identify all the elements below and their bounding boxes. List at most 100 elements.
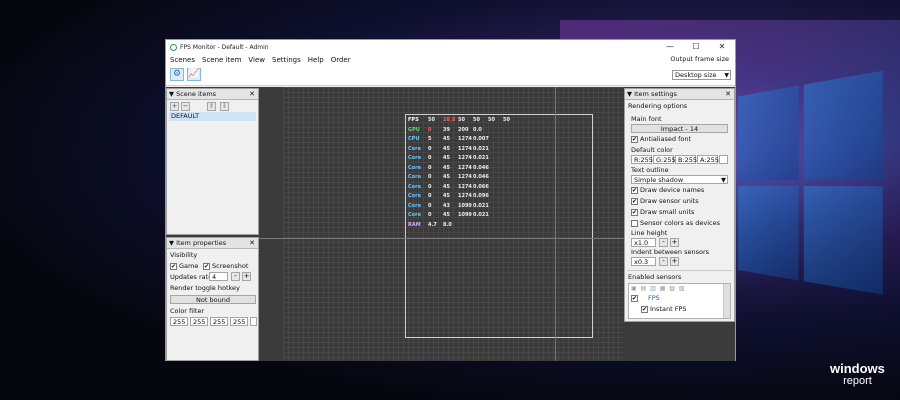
line-height-input[interactable]: x1.0 — [631, 238, 656, 247]
overlay-value: 1274 — [458, 193, 473, 199]
screenshot-checkbox[interactable]: ✔ — [203, 263, 210, 270]
overlay-value: 1274 — [458, 146, 473, 152]
overlay-value: 0 — [428, 212, 443, 218]
draw-device-names-label: Draw device names — [640, 186, 704, 194]
draw-device-names-row[interactable]: ✔ Draw device names — [631, 186, 704, 194]
close-icon[interactable]: ✕ — [249, 238, 255, 248]
color-filter-swatch[interactable] — [250, 317, 257, 326]
chart-icon: 📈 — [188, 69, 199, 79]
draw-sensor-units-row[interactable]: ✔ Draw sensor units — [631, 197, 699, 205]
screenshot-checkbox-row[interactable]: ✔ Screenshot — [203, 262, 248, 270]
overlay-row-label: Core — [408, 203, 428, 209]
sensor-fps-row[interactable]: ✔ FPS — [631, 294, 660, 302]
overlay-row-label: Core — [408, 193, 428, 199]
color-filter-r-input[interactable]: 255 — [170, 317, 188, 326]
overlay-value: 0 — [428, 203, 443, 209]
sensor-colors-checkbox[interactable] — [631, 220, 638, 227]
sensors-scrollbar[interactable] — [723, 284, 730, 318]
sensor-instant-fps-row[interactable]: ✔ Instant FPS — [641, 305, 686, 313]
settings-gear-button[interactable]: ⚙ — [170, 68, 184, 81]
overlay-value: 200 — [458, 127, 473, 133]
move-up-button[interactable]: ⬆ — [207, 102, 216, 111]
sensor-instant-fps-checkbox[interactable]: ✔ — [641, 306, 648, 313]
maximize-button[interactable]: ☐ — [683, 40, 709, 54]
item-settings-header: ▼ Item settings ✕ — [625, 89, 734, 100]
default-color-a[interactable]: A:255 — [697, 155, 718, 164]
overlay-value: 1099 — [458, 212, 473, 218]
overlay-value: 0 — [428, 146, 443, 152]
line-height-increment[interactable]: + — [670, 238, 679, 247]
output-frame-size-select[interactable]: Desktop size ▼ — [672, 70, 731, 80]
text-outline-label: Text outline — [631, 166, 669, 174]
overlay-row: RAM 4.7 8.0 — [408, 222, 458, 229]
line-height-decrement[interactable]: - — [659, 238, 668, 247]
default-color-swatch[interactable] — [719, 155, 728, 164]
text-outline-select[interactable]: Simple shadow ▼ — [631, 175, 728, 184]
overlay-value: 45 — [443, 146, 458, 152]
indent-increment[interactable]: + — [670, 257, 679, 266]
preview-canvas[interactable]: FPS 50 28.8 50 50 50 50 GPU 0 39 200 0.0 CPU 5 45 12740… — [283, 87, 623, 361]
indent-input[interactable]: x0.3 — [631, 257, 656, 266]
default-color-b[interactable]: B:255 — [675, 155, 696, 164]
antialiased-row[interactable]: ✔ Antialiased font — [631, 135, 691, 143]
color-filter-g-input[interactable]: 255 — [190, 317, 208, 326]
updates-rate-decrement-button[interactable]: - — [231, 272, 240, 281]
overlay-value: 50 — [458, 117, 473, 123]
indent-label: Indent between sensors — [631, 248, 709, 256]
updates-rate-increment-button[interactable]: + — [242, 272, 251, 281]
default-color-g[interactable]: G:255 — [653, 155, 674, 164]
scene-item-default[interactable]: DEFAULT — [169, 112, 256, 121]
color-filter-a-input[interactable]: 255 — [230, 317, 248, 326]
game-checkbox[interactable]: ✔ — [170, 263, 177, 270]
sensors-tree[interactable]: ▣ ▤ ▥ ▦ ▧ ▨ ✔ FPS ✔ Instant FPS — [628, 283, 731, 319]
close-icon[interactable]: ✕ — [249, 89, 255, 99]
overlay-value: 1274 — [458, 136, 473, 142]
overlay-row-label: CPU — [408, 136, 428, 142]
antialiased-checkbox[interactable]: ✔ — [631, 136, 638, 143]
overlay-value: 0.046 — [473, 165, 488, 171]
menu-scene-item[interactable]: Scene item — [202, 56, 241, 64]
menu-view[interactable]: View — [248, 56, 265, 64]
item-properties-header: ▼ Item properties ✕ — [167, 238, 258, 249]
window-title: FPS Monitor - Default - Admin — [180, 44, 269, 51]
overlay-row-label: FPS — [408, 117, 428, 123]
move-down-button[interactable]: ⬇ — [220, 102, 229, 111]
overlay-value: 1274 — [458, 165, 473, 171]
sensor-fps-label: FPS — [648, 294, 660, 302]
menu-settings[interactable]: Settings — [272, 56, 301, 64]
draw-small-units-checkbox[interactable]: ✔ — [631, 209, 638, 216]
overlay-value: 0 — [428, 165, 443, 171]
default-color-r[interactable]: R:255 — [631, 155, 652, 164]
minimize-button[interactable]: — — [657, 40, 683, 54]
output-frame-size-value: Desktop size — [675, 71, 716, 79]
close-button[interactable]: ✕ — [709, 40, 735, 54]
menu-scenes[interactable]: Scenes — [170, 56, 195, 64]
sensor-colors-row[interactable]: Sensor colors as devices — [631, 219, 720, 227]
fps-overlay-frame[interactable]: FPS 50 28.8 50 50 50 50 GPU 0 39 200 0.0 CPU 5 45 12740… — [405, 114, 593, 338]
main-font-button[interactable]: Impact - 14 — [631, 124, 728, 133]
overlay-row-label: Core — [408, 212, 428, 218]
overlay-row: Core 0 43 10990.021 — [408, 203, 488, 210]
draw-small-units-row[interactable]: ✔ Draw small units — [631, 208, 694, 216]
remove-scene-item-button[interactable]: − — [181, 102, 190, 111]
indent-decrement[interactable]: - — [659, 257, 668, 266]
menu-help[interactable]: Help — [308, 56, 324, 64]
close-icon[interactable]: ✕ — [725, 89, 731, 99]
add-scene-item-button[interactable]: + — [170, 102, 179, 111]
menu-order[interactable]: Order — [331, 56, 351, 64]
overlay-row: Core 0 45 12740.096 — [408, 193, 488, 200]
overlay-row: Core 0 45 12740.021 — [408, 146, 488, 153]
updates-rate-input[interactable]: 4 — [209, 272, 228, 281]
overlay-row: FPS 50 28.8 50 50 50 50 — [408, 117, 518, 124]
chart-view-button[interactable]: 📈 — [187, 68, 201, 81]
overlay-value: 1274 — [458, 174, 473, 180]
draw-sensor-units-checkbox[interactable]: ✔ — [631, 198, 638, 205]
draw-device-names-checkbox[interactable]: ✔ — [631, 187, 638, 194]
menu-bar: Scenes Scene item View Settings Help Ord… — [166, 54, 735, 66]
color-filter-b-input[interactable]: 255 — [210, 317, 228, 326]
sensor-fps-checkbox[interactable]: ✔ — [631, 295, 638, 302]
game-checkbox-row[interactable]: ✔ Game — [170, 262, 198, 270]
hotkey-button[interactable]: Not bound — [170, 295, 256, 304]
sensor-colors-label: Sensor colors as devices — [640, 219, 720, 227]
screenshot-label: Screenshot — [212, 262, 248, 270]
